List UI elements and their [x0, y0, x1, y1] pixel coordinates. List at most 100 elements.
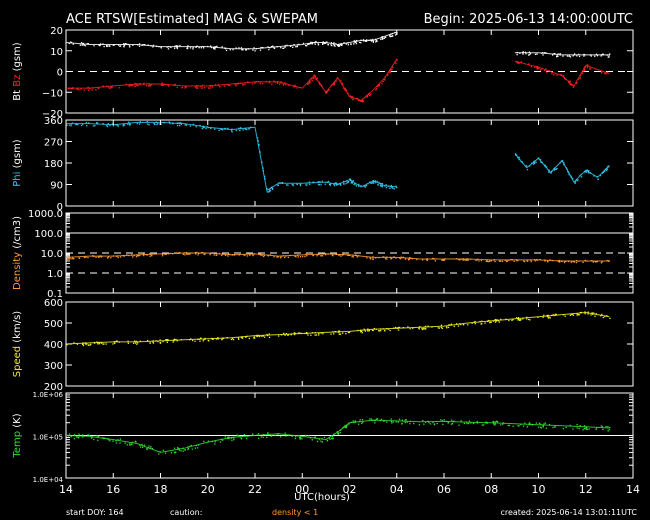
data-point	[71, 88, 73, 90]
data-point	[551, 314, 553, 317]
data-point	[244, 83, 246, 85]
data-point	[165, 253, 168, 255]
y-tick-label: 1.0E+06	[33, 391, 64, 399]
data-point	[161, 255, 164, 257]
data-point	[344, 89, 346, 91]
data-point	[390, 257, 393, 260]
data-point	[247, 435, 249, 437]
data-point	[392, 66, 394, 68]
x-tick-label: 14	[59, 483, 73, 496]
data-point	[86, 125, 88, 127]
data-point	[231, 254, 233, 256]
data-point	[132, 256, 134, 258]
data-point	[458, 323, 461, 325]
data-point	[70, 41, 73, 44]
data-point	[299, 256, 302, 258]
data-point	[562, 314, 565, 316]
data-point	[299, 437, 301, 439]
data-point	[357, 99, 360, 101]
data-point	[309, 183, 311, 185]
y-tick-label: 270	[44, 138, 63, 149]
data-point	[567, 170, 569, 173]
data-point	[202, 340, 204, 342]
data-point	[494, 423, 496, 425]
caution-label: caution:	[170, 508, 202, 517]
data-point	[142, 83, 145, 85]
data-point	[259, 49, 262, 51]
data-point	[186, 253, 188, 255]
data-point	[326, 41, 328, 43]
data-point	[344, 87, 346, 90]
data-point	[176, 45, 178, 47]
data-point	[334, 81, 336, 83]
data-point	[541, 52, 543, 54]
data-point	[556, 55, 558, 57]
data-point	[253, 337, 255, 339]
data-point	[378, 330, 380, 332]
data-point	[544, 259, 546, 261]
data-point	[490, 259, 492, 262]
y-axis-label-part: Phi	[12, 168, 23, 186]
data-point	[466, 259, 468, 261]
data-point	[307, 82, 309, 85]
data-point	[578, 55, 581, 58]
data-point	[266, 436, 268, 438]
data-point	[409, 257, 412, 259]
y-tick-label: 1.0	[47, 269, 63, 280]
data-point	[210, 45, 212, 47]
data-point	[146, 448, 148, 450]
data-point	[167, 48, 170, 50]
data-point	[424, 325, 427, 327]
data-point	[383, 420, 385, 422]
data-point	[391, 186, 393, 189]
data-point	[554, 53, 556, 55]
data-point	[505, 318, 507, 320]
data-point	[359, 419, 361, 421]
data-point	[333, 84, 335, 86]
data-point	[562, 428, 564, 430]
data-point	[149, 447, 151, 449]
data-point	[447, 326, 450, 329]
data-point	[583, 171, 586, 173]
data-point	[581, 72, 584, 75]
data-point	[409, 423, 411, 425]
data-point	[159, 451, 161, 453]
data-point	[501, 260, 504, 262]
data-point	[240, 336, 242, 338]
data-point	[587, 311, 589, 313]
data-point	[174, 84, 176, 86]
data-point	[194, 340, 196, 342]
data-point	[209, 253, 211, 256]
data-point	[518, 158, 520, 161]
data-point	[520, 61, 523, 63]
data-point	[361, 332, 363, 334]
y-tick-label: 400	[44, 340, 63, 351]
data-point	[72, 87, 74, 90]
data-point	[358, 255, 360, 257]
data-point	[141, 443, 143, 446]
data-point	[252, 49, 254, 51]
y-tick-label: 100.0	[34, 229, 63, 240]
data-point	[321, 255, 324, 257]
data-point	[500, 318, 502, 321]
data-point	[187, 448, 189, 451]
data-point	[431, 326, 433, 328]
data-point	[227, 127, 229, 129]
data-point	[584, 260, 586, 262]
data-point	[573, 53, 576, 55]
data-point	[563, 161, 565, 164]
data-point	[468, 420, 471, 422]
data-point	[349, 95, 352, 97]
data-point	[257, 433, 260, 435]
begin-timestamp: Begin: 2025-06-13 14:00:00UTC	[424, 12, 633, 27]
data-point	[551, 259, 553, 262]
data-point	[587, 170, 589, 172]
data-point	[371, 419, 373, 422]
data-point	[149, 342, 151, 344]
data-point	[314, 75, 317, 78]
data-point	[260, 81, 262, 83]
data-point	[293, 333, 296, 336]
data-point	[263, 434, 265, 436]
data-point	[255, 335, 257, 337]
data-point	[119, 438, 121, 440]
